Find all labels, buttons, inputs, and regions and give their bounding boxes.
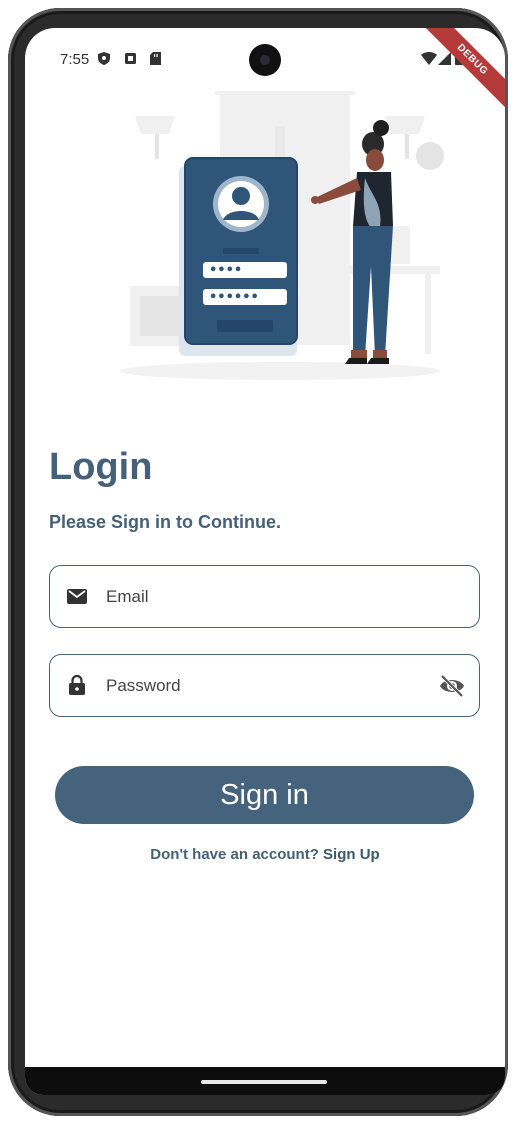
email-field[interactable]	[49, 565, 480, 628]
email-input[interactable]	[104, 566, 428, 628]
shield-icon	[98, 52, 110, 65]
password-input[interactable]	[104, 655, 428, 717]
eye-off-icon[interactable]	[439, 674, 465, 698]
signup-prompt: Don't have an account?	[150, 846, 324, 863]
signup-link[interactable]: Sign Up	[323, 846, 380, 863]
sd-card-icon	[150, 52, 161, 65]
password-field[interactable]	[49, 654, 480, 717]
home-indicator[interactable]	[201, 1080, 327, 1084]
status-bar: 7:55 DEBUG	[25, 28, 505, 114]
envelope-icon	[67, 589, 87, 604]
illustration-dots-1: ••••	[209, 263, 242, 278]
page-subtitle: Please Sign in to Continue.	[49, 512, 282, 532]
signin-button[interactable]: Sign in	[55, 766, 474, 824]
app-screen: 7:55 DEBUG •••• •••••• Login Please Sign…	[25, 28, 505, 1095]
login-illustration: •••• ••••••	[120, 91, 444, 380]
illustration-dots-2: ••••••	[209, 290, 259, 305]
wifi-icon	[421, 52, 437, 65]
status-time: 7:55	[60, 51, 90, 68]
lock-icon	[69, 674, 85, 695]
a-box-icon	[125, 53, 136, 64]
page-title: Login	[49, 446, 153, 488]
front-camera	[249, 44, 281, 76]
system-nav-bar	[25, 1067, 505, 1095]
signup-row: Don't have an account? Sign Up	[25, 846, 505, 863]
signal-icon	[438, 52, 451, 65]
